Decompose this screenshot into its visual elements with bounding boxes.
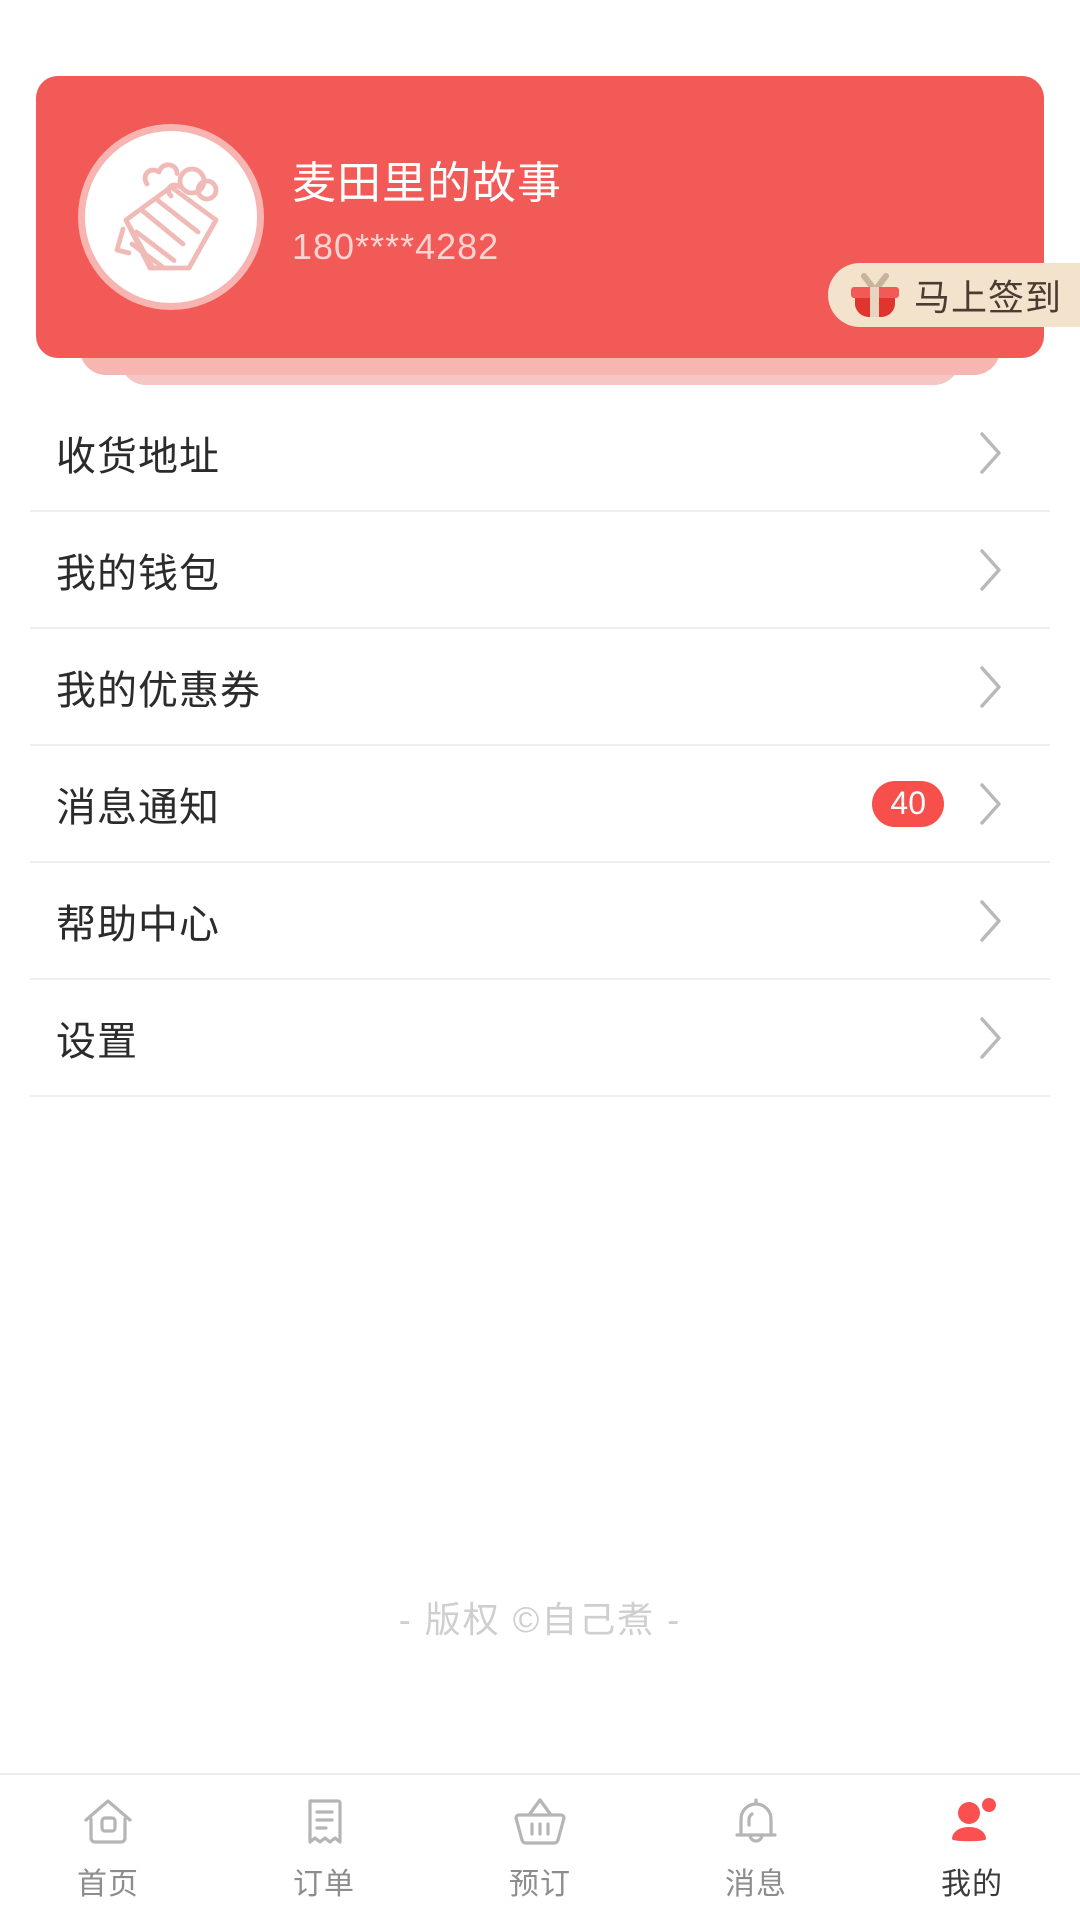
menu-item-coupons[interactable]: 我的优惠券 bbox=[30, 629, 1050, 746]
menu-item-label: 帮助中心 bbox=[56, 902, 220, 947]
menu-item-label: 消息通知 bbox=[56, 785, 220, 830]
user-icon bbox=[943, 1793, 1001, 1851]
basket-icon bbox=[511, 1793, 569, 1851]
menu-item-help-center[interactable]: 帮助中心 bbox=[30, 863, 1050, 980]
signin-label: 马上签到 bbox=[913, 277, 1062, 318]
menu-list: 收货地址 我的钱包 我的优惠券 消息通知 40 帮助中心 设置 bbox=[0, 395, 1080, 1097]
chevron-right-icon bbox=[978, 547, 1004, 593]
user-phone: 180****4282 bbox=[292, 226, 500, 267]
tab-messages[interactable]: 消息 bbox=[648, 1775, 864, 1920]
tab-label: 消息 bbox=[725, 1867, 787, 1901]
signin-button[interactable]: 马上签到 bbox=[827, 263, 1080, 327]
menu-item-label: 设置 bbox=[56, 1019, 138, 1064]
menu-item-wallet[interactable]: 我的钱包 bbox=[30, 512, 1050, 629]
chevron-right-icon bbox=[978, 664, 1004, 710]
tab-orders[interactable]: 订单 bbox=[216, 1775, 432, 1920]
gift-icon bbox=[848, 272, 902, 318]
home-icon bbox=[79, 1793, 137, 1851]
menu-item-label: 我的钱包 bbox=[56, 551, 220, 596]
user-meta: 麦田里的故事 180****4282 bbox=[292, 156, 562, 268]
chevron-right-icon bbox=[978, 898, 1004, 944]
chevron-right-icon bbox=[978, 430, 1004, 476]
profile-header: 麦田里的故事 180****4282 马上签到 bbox=[0, 0, 1080, 395]
bell-icon bbox=[727, 1793, 785, 1851]
tab-label: 我的 bbox=[941, 1867, 1003, 1901]
profile-card[interactable]: 麦田里的故事 180****4282 马上签到 bbox=[36, 76, 1080, 358]
tab-label: 预订 bbox=[509, 1867, 571, 1901]
menu-item-notifications[interactable]: 消息通知 40 bbox=[30, 746, 1050, 863]
bottom-tab-bar: 首页 订单 预订 消息 我的 bbox=[0, 1773, 1080, 1920]
tab-reservation[interactable]: 预订 bbox=[432, 1775, 648, 1920]
shopping-basket-icon bbox=[96, 142, 246, 292]
status-badge: 40 bbox=[872, 780, 944, 827]
profile-screen: 麦田里的故事 180****4282 马上签到 收货地址 我的钱包 我的优惠券 … bbox=[0, 0, 1080, 1920]
receipt-icon bbox=[295, 1793, 353, 1851]
avatar[interactable] bbox=[78, 124, 264, 310]
chevron-right-icon bbox=[978, 781, 1004, 827]
menu-item-settings[interactable]: 设置 bbox=[30, 980, 1050, 1097]
tab-label: 首页 bbox=[77, 1867, 139, 1901]
tab-home[interactable]: 首页 bbox=[0, 1775, 216, 1920]
tab-profile[interactable]: 我的 bbox=[864, 1775, 1080, 1920]
user-name: 麦田里的故事 bbox=[292, 159, 562, 208]
chevron-right-icon bbox=[978, 1015, 1004, 1061]
menu-item-label: 收货地址 bbox=[56, 434, 220, 479]
tab-label: 订单 bbox=[293, 1867, 355, 1901]
menu-item-address[interactable]: 收货地址 bbox=[30, 395, 1050, 512]
menu-item-label: 我的优惠券 bbox=[56, 668, 261, 713]
copyright-text: - 版权 ©自己煮 - bbox=[398, 1599, 682, 1640]
